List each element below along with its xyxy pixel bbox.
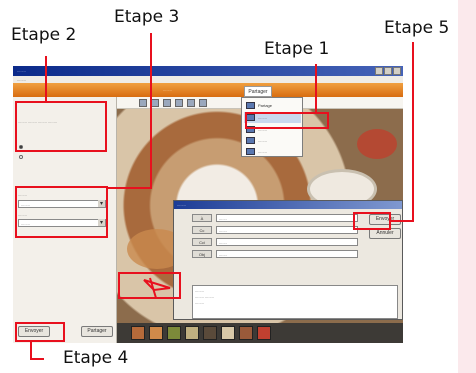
step5-leader-line-horizontal [390, 220, 414, 222]
photo-thumbnail[interactable] [131, 326, 145, 340]
dialog-title: ........ [174, 201, 402, 209]
window-titlebar: ........ [13, 66, 403, 76]
subject-field[interactable]: ....... [216, 250, 358, 258]
dropdown-item[interactable]: ........ [244, 135, 301, 146]
toolbar-icon[interactable] [139, 99, 147, 107]
dropdown-item[interactable]: ........ [244, 146, 301, 157]
photo-thumbnail[interactable] [203, 326, 217, 340]
to-label-button[interactable]: À [192, 214, 212, 222]
toolbar-icon[interactable] [163, 99, 171, 107]
dropdown-item-label: ........ [258, 138, 267, 143]
dropdown-item-label: Partage [258, 103, 273, 108]
step3-leader-line-vertical [150, 33, 152, 189]
photo-thumbnail[interactable] [257, 326, 271, 340]
photo-thumbnail[interactable] [185, 326, 199, 340]
share-icon [246, 102, 255, 109]
cursor-pointer-icon [143, 277, 171, 299]
step2-highlight-box [15, 101, 107, 152]
step5-highlight-box [353, 212, 391, 230]
toolbar-icon[interactable] [151, 99, 159, 107]
step3-highlight-box [15, 186, 108, 238]
step3-leader-line-horizontal [107, 187, 152, 189]
web-icon [246, 137, 255, 144]
callout-step5: Etape 5 [384, 18, 450, 38]
step1-leader-line [315, 64, 317, 113]
toolbar-icon[interactable] [187, 99, 195, 107]
step2-leader-line [45, 56, 47, 102]
callout-step3: Etape 3 [114, 7, 180, 27]
message-body[interactable]: ................ ................ [192, 285, 398, 319]
dropdown-item[interactable]: Partage [244, 100, 301, 111]
option-radio-2[interactable] [19, 155, 23, 159]
photo-thumbnail[interactable] [149, 326, 163, 340]
photo-detail [357, 129, 397, 159]
cc-label-button[interactable]: Cc [192, 226, 212, 234]
step5-leader-line-vertical [412, 42, 414, 222]
orange-navbar: ........ [13, 83, 403, 97]
bcc-field[interactable]: ....... [216, 238, 358, 246]
callout-step2: Etape 2 [11, 25, 77, 45]
minimize-icon[interactable] [375, 67, 383, 75]
tab-partager[interactable]: Partager [244, 86, 272, 97]
step1-highlight-box [245, 112, 329, 129]
callout-step1: Etape 1 [264, 39, 330, 59]
photo-thumbnail[interactable] [239, 326, 253, 340]
photo-thumbnail[interactable] [221, 326, 235, 340]
right-margin-strip [458, 0, 476, 373]
bcc-label-button[interactable]: Cci [192, 238, 212, 246]
callout-step4: Etape 4 [63, 348, 129, 368]
close-icon[interactable] [393, 67, 401, 75]
step4-leader-line-horizontal [30, 358, 44, 360]
maximize-icon[interactable] [384, 67, 392, 75]
to-field[interactable]: ....... [216, 214, 358, 222]
dropdown-item-label: ........ [258, 149, 267, 154]
share-button[interactable]: Partager [81, 326, 113, 337]
photo-thumbnail[interactable] [167, 326, 181, 340]
menu-bar: ........ [13, 76, 403, 83]
thumbnail-filmstrip [117, 323, 403, 343]
toolbar-icon[interactable] [175, 99, 183, 107]
toolbar-icon[interactable] [199, 99, 207, 107]
upload-icon [246, 148, 255, 155]
subject-label: Obj [192, 250, 212, 258]
step4-highlight-box [15, 322, 65, 342]
cc-field[interactable]: ....... [216, 226, 358, 234]
